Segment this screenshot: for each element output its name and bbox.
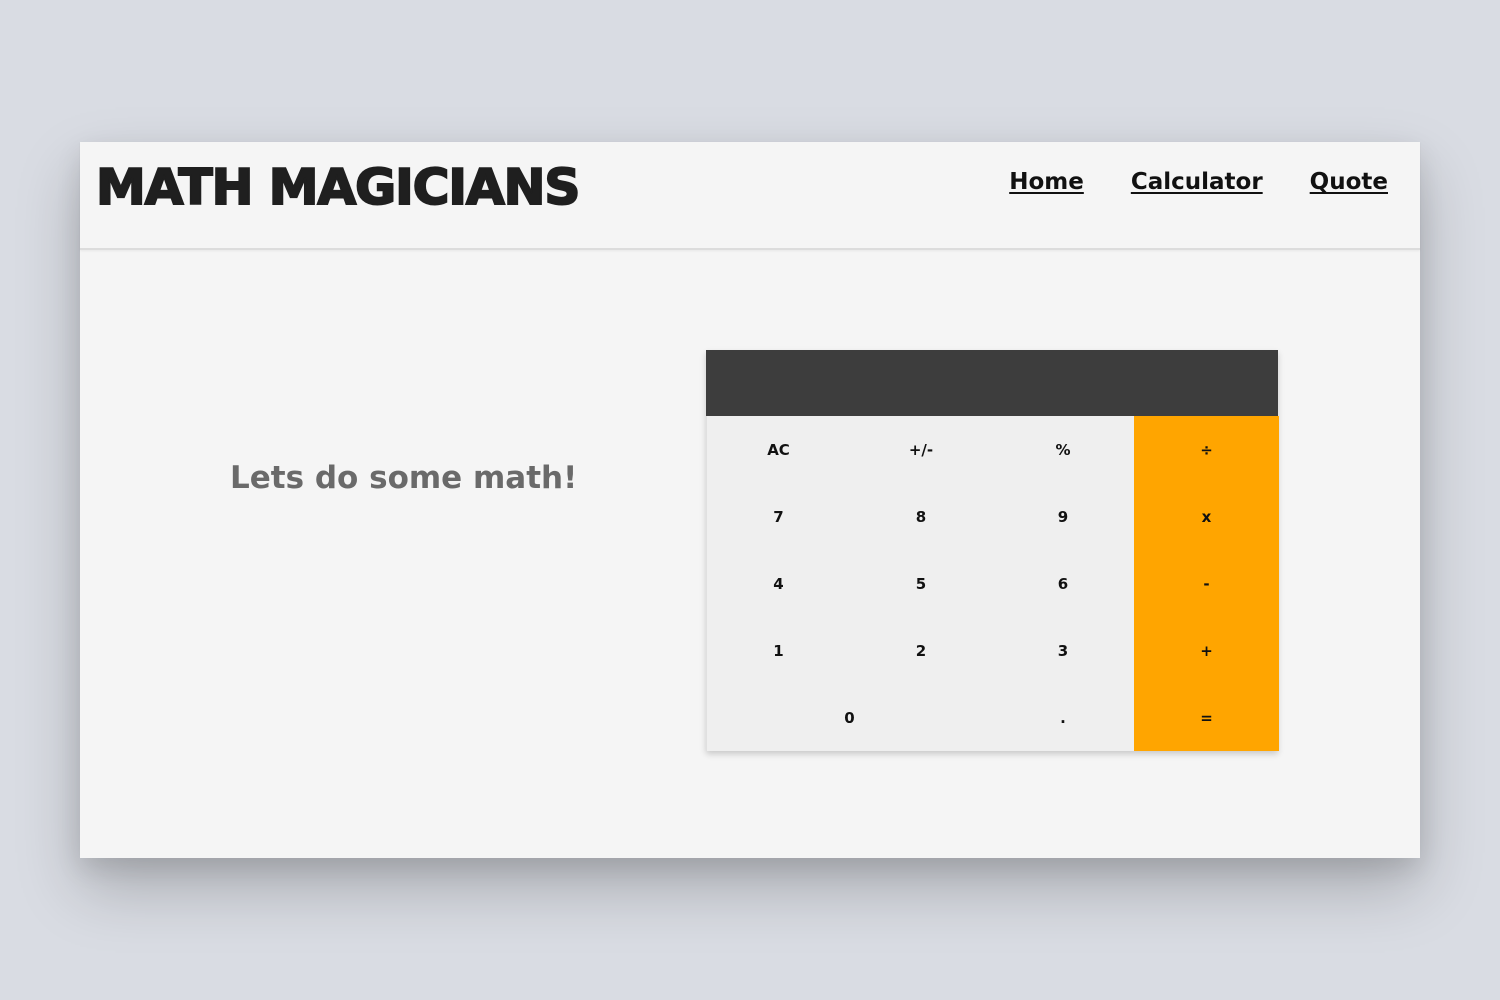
key-0[interactable]: 0: [707, 684, 992, 751]
nav-link-home-label: Home: [1009, 169, 1084, 195]
key-sign-toggle[interactable]: +/-: [850, 416, 992, 483]
calculator-display: [706, 350, 1278, 416]
key-4[interactable]: 4: [707, 550, 850, 617]
nav-link-home[interactable]: Home: [1001, 166, 1092, 200]
app-logo: MATH MAGICIANS: [95, 158, 581, 217]
key-decimal[interactable]: .: [992, 684, 1134, 751]
nav-link-calculator-label: Calculator: [1130, 169, 1263, 195]
page-tagline: Lets do some math!: [230, 460, 578, 496]
key-divide[interactable]: ÷: [1134, 416, 1279, 483]
header: MATH MAGICIANS Home Calculator Quote: [80, 142, 1420, 250]
main-nav: Home Calculator Quote: [1001, 166, 1397, 200]
key-clear[interactable]: AC: [707, 416, 850, 483]
nav-link-quote-label: Quote: [1309, 169, 1388, 195]
key-3[interactable]: 3: [992, 617, 1134, 684]
key-multiply[interactable]: x: [1134, 483, 1279, 550]
key-2[interactable]: 2: [850, 617, 992, 684]
key-1[interactable]: 1: [707, 617, 850, 684]
nav-link-calculator[interactable]: Calculator: [1122, 166, 1271, 200]
key-8[interactable]: 8: [850, 483, 992, 550]
key-5[interactable]: 5: [850, 550, 992, 617]
key-9[interactable]: 9: [992, 483, 1134, 550]
key-equals[interactable]: =: [1134, 684, 1279, 751]
key-7[interactable]: 7: [707, 483, 850, 550]
key-6[interactable]: 6: [992, 550, 1134, 617]
app-window: MATH MAGICIANS Home Calculator Quote Let…: [80, 142, 1420, 858]
key-percent[interactable]: %: [992, 416, 1134, 483]
calculator-keypad: AC +/- % ÷ 7 8 9 x 4 5 6 - 1 2 3 + 0 . =: [706, 416, 1279, 751]
calculator: AC +/- % ÷ 7 8 9 x 4 5 6 - 1 2 3 + 0 . =: [706, 350, 1279, 751]
nav-link-quote[interactable]: Quote: [1301, 166, 1397, 200]
key-subtract[interactable]: -: [1134, 550, 1279, 617]
key-add[interactable]: +: [1134, 617, 1279, 684]
